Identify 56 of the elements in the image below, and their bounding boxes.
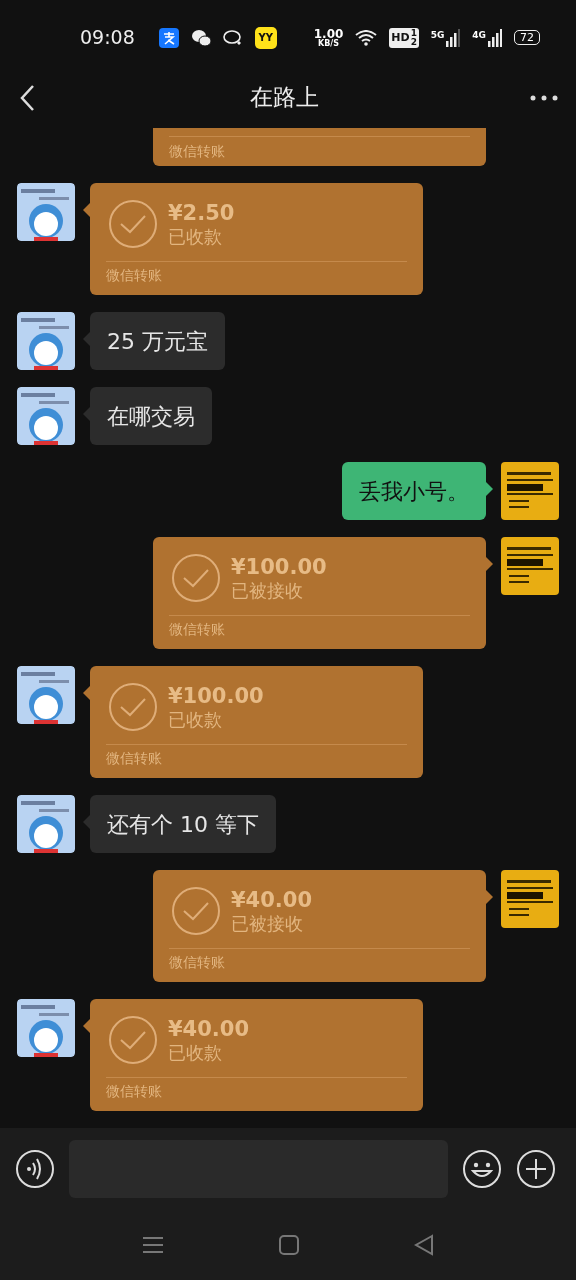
emoji-icon[interactable] (462, 1149, 502, 1189)
signal-icon (488, 28, 502, 47)
chat-title: 在路上 (249, 83, 319, 113)
network-label: 4G (472, 28, 486, 42)
app-icon: YY (254, 26, 277, 49)
transfer-label: 微信转账 (169, 953, 226, 972)
transfer-status: 已被接收 (231, 912, 304, 936)
home-icon[interactable] (279, 1235, 299, 1255)
hd-sub-label: 12 (410, 28, 417, 47)
menu-icon[interactable] (142, 1235, 164, 1255)
transfer-amount: ¥40.00 (231, 886, 313, 913)
check-circle-icon (108, 1015, 158, 1065)
more-icon[interactable] (530, 94, 558, 101)
voice-icon[interactable] (15, 1149, 55, 1189)
wifi-icon (355, 29, 378, 46)
bubble-tail (486, 482, 493, 496)
chat-icon (222, 28, 243, 47)
hd-label: HD (391, 29, 410, 46)
message-bubble: 还有个 10 等下 (90, 795, 276, 853)
transfer-label: 微信转账 (106, 1082, 163, 1101)
signal-icon (446, 28, 461, 47)
transfer-status: 已收款 (168, 225, 223, 249)
transfer-card[interactable]: ¥100.00 已收款 微信转账 (90, 666, 423, 778)
check-circle-icon (108, 199, 158, 249)
transfer-status: 已被接收 (231, 579, 304, 603)
clock: 09:08 (80, 25, 135, 51)
alipay-icon (158, 27, 179, 48)
message-bubble: 25 万元宝 (90, 312, 225, 370)
check-circle-icon (108, 682, 158, 732)
bubble-tail (486, 890, 493, 904)
transfer-amount: ¥2.50 (168, 199, 235, 226)
bubble-tail (486, 557, 493, 571)
transfer-amount: ¥100.00 (168, 682, 264, 709)
transfer-label: 微信转账 (106, 266, 163, 285)
transfer-amount: ¥100.00 (231, 553, 327, 580)
transfer-card[interactable]: 微信转账 (153, 128, 486, 166)
network-speed: 1.00 (313, 27, 344, 40)
check-circle-icon (171, 886, 221, 936)
plus-icon[interactable] (516, 1149, 556, 1189)
transfer-card[interactable]: ¥40.00 已被接收 微信转账 (153, 870, 486, 982)
message-bubble: 在哪交易 (90, 387, 212, 445)
transfer-status: 已收款 (168, 1041, 223, 1065)
transfer-amount: ¥40.00 (168, 1015, 250, 1042)
transfer-status: 已收款 (168, 708, 223, 732)
speed-unit: KB/S (318, 39, 340, 48)
network-label: 5G (430, 28, 445, 42)
chat-bubbles-icon (190, 28, 211, 47)
transfer-label: 微信转账 (169, 142, 226, 161)
transfer-label: 微信转账 (169, 620, 226, 639)
transfer-card[interactable]: ¥40.00 已收款 微信转账 (90, 999, 423, 1111)
transfer-card[interactable]: ¥100.00 已被接收 微信转账 (153, 537, 486, 649)
battery-indicator: 72 (514, 30, 540, 45)
message-bubble: 丢我小号。 (342, 462, 486, 520)
check-circle-icon (171, 553, 221, 603)
transfer-card[interactable]: ¥2.50 已收款 微信转账 (90, 183, 423, 295)
transfer-label: 微信转账 (106, 749, 163, 768)
